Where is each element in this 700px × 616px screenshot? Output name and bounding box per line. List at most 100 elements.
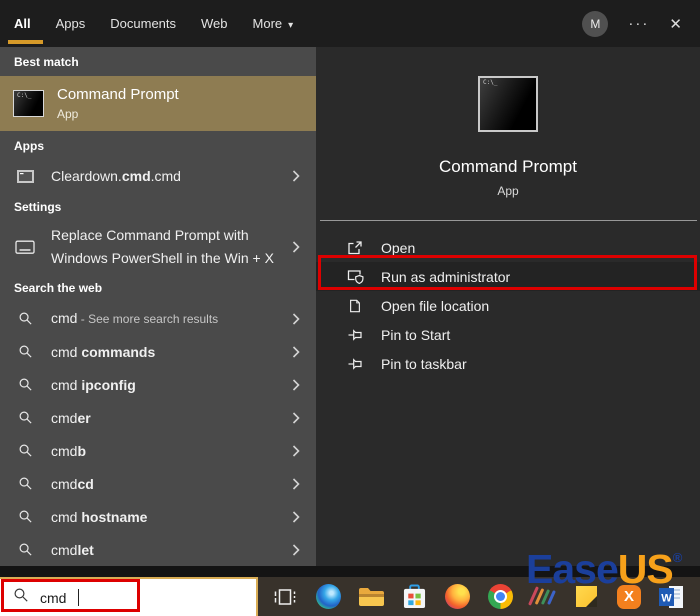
edge-icon[interactable] — [315, 584, 341, 610]
user-avatar[interactable]: M — [582, 10, 609, 37]
chevron-right-icon[interactable] — [292, 345, 300, 358]
more-options-icon[interactable]: ··· — [628, 15, 649, 32]
run-as-admin-icon — [346, 268, 364, 285]
search-icon — [15, 509, 35, 524]
best-match-subtitle: App — [57, 107, 79, 121]
results-list-panel: Best match C:\_ Command Prompt App Apps … — [0, 47, 316, 566]
chrome-icon[interactable] — [487, 584, 513, 610]
taskbar-icons: XW — [272, 584, 685, 610]
microsoft-store-icon[interactable] — [401, 584, 427, 610]
web-suggestion-item[interactable]: cmd - See more search results — [0, 302, 316, 335]
preview-panel: C:\_ Command Prompt App Open Run as admin… — [316, 47, 700, 566]
word-icon[interactable]: W — [659, 584, 685, 610]
topbar-actions: M ··· ✕ — [582, 10, 700, 37]
chevron-right-icon[interactable] — [292, 378, 300, 391]
chevron-down-icon: ▾ — [288, 20, 294, 31]
action-label: Open — [381, 239, 416, 256]
search-icon — [15, 410, 35, 425]
search-icon — [15, 542, 35, 557]
section-header-apps: Apps — [14, 139, 44, 153]
web-suggestion-item[interactable]: cmder — [0, 401, 316, 434]
tab-web[interactable]: Web — [201, 16, 228, 31]
search-icon — [15, 377, 35, 392]
web-suggestion-item[interactable]: cmd hostname — [0, 500, 316, 533]
file-explorer-icon[interactable] — [358, 584, 384, 610]
chevron-right-icon[interactable] — [292, 444, 300, 457]
app-result-item[interactable]: Cleardown.cmd.cmd — [0, 160, 316, 192]
chevron-right-icon[interactable] — [292, 170, 300, 182]
file-location-icon — [346, 298, 364, 314]
result-text: cmdlet — [51, 541, 94, 558]
windows-search-overlay: All Apps Documents Web More ▾ M ··· ✕ Best ma… — [0, 0, 700, 616]
action-open[interactable]: Open — [316, 233, 700, 262]
chevron-right-icon[interactable] — [292, 411, 300, 424]
web-suggestion-item[interactable]: cmd ipconfig — [0, 368, 316, 401]
action-label: Pin to taskbar — [381, 355, 467, 372]
preview-app-title: Command Prompt — [439, 157, 577, 176]
svg-text:W: W — [661, 592, 672, 604]
section-header-search-web: Search the web — [14, 281, 103, 295]
pin-icon — [346, 327, 364, 343]
result-text: cmd - See more search results — [51, 310, 219, 326]
result-text: cmdb — [51, 442, 87, 459]
display-icon — [15, 240, 35, 255]
action-run-as-administrator[interactable]: Run as administrator — [316, 262, 700, 291]
result-text: Cleardown.cmd.cmd — [51, 168, 181, 184]
web-suggestion-item[interactable]: cmdlet — [0, 533, 316, 566]
result-text: cmd hostname — [51, 508, 148, 525]
divider — [319, 220, 697, 221]
xampp-icon[interactable]: X — [616, 584, 642, 610]
best-match-item[interactable]: C:\_ Command Prompt App — [0, 76, 316, 131]
search-icon — [13, 587, 29, 608]
action-label: Run as administrator — [381, 268, 511, 285]
pin-icon — [346, 356, 364, 372]
tab-more[interactable]: More ▾ — [253, 16, 294, 31]
chevron-right-icon[interactable] — [292, 312, 300, 325]
web-suggestion-item[interactable]: cmdb — [0, 434, 316, 467]
section-header-settings: Settings — [14, 200, 62, 214]
web-suggestion-item[interactable]: cmd commands — [0, 335, 316, 368]
taskbar-search-box[interactable]: cmd — [0, 577, 258, 616]
command-prompt-icon-large: C:\_ — [478, 76, 538, 132]
action-pin-to-start[interactable]: Pin to Start — [316, 320, 700, 349]
search-icon — [15, 311, 35, 326]
result-text: cmd commands — [51, 343, 156, 360]
action-pin-to-taskbar[interactable]: Pin to taskbar — [316, 349, 700, 378]
sticky-notes-icon[interactable] — [573, 584, 599, 610]
settings-result-line2: Windows PowerShell in the Win + X — [51, 250, 274, 266]
chevron-right-icon[interactable] — [292, 543, 300, 556]
result-text: cmdcd — [51, 475, 94, 492]
chevron-right-icon[interactable] — [292, 477, 300, 490]
action-open-file-location[interactable]: Open file location — [316, 291, 700, 320]
open-icon — [346, 240, 364, 256]
tab-all[interactable]: All — [8, 16, 42, 44]
search-results-area: Best match C:\_ Command Prompt App Apps … — [0, 47, 700, 566]
filter-tabs: All Apps Documents Web More ▾ — [0, 16, 294, 44]
task-view-icon[interactable] — [272, 584, 298, 610]
chevron-right-icon[interactable] — [292, 241, 300, 253]
firefox-icon[interactable] — [444, 584, 470, 610]
web-suggestions: cmd - See more search results cmd command… — [0, 302, 316, 566]
best-match-title: Command Prompt — [57, 86, 179, 103]
result-text: cmder — [51, 409, 91, 426]
close-icon[interactable]: ✕ — [669, 15, 682, 33]
pens-icon[interactable] — [528, 584, 556, 610]
command-prompt-icon: C:\_ — [13, 90, 44, 117]
tab-documents[interactable]: Documents — [110, 16, 176, 31]
preview-app-subtitle: App — [497, 184, 519, 198]
settings-result-line1: Replace Command Prompt with — [51, 227, 249, 243]
cmd-file-icon — [15, 169, 35, 183]
desktop-gap — [0, 566, 700, 577]
tab-apps[interactable]: Apps — [56, 16, 86, 31]
result-text: cmd ipconfig — [51, 376, 136, 393]
search-icon — [15, 476, 35, 491]
search-input-value[interactable]: cmd — [40, 590, 66, 606]
text-cursor — [78, 589, 80, 606]
search-filter-bar: All Apps Documents Web More ▾ M ··· ✕ — [0, 0, 700, 47]
chevron-right-icon[interactable] — [292, 510, 300, 523]
web-suggestion-item[interactable]: cmdcd — [0, 467, 316, 500]
action-label: Open file location — [381, 297, 490, 314]
action-label: Pin to Start — [381, 326, 451, 343]
settings-result-item[interactable]: Replace Command Prompt with Windows Powe… — [0, 221, 316, 273]
context-actions: Open Run as administrator Open file locati… — [316, 233, 700, 378]
